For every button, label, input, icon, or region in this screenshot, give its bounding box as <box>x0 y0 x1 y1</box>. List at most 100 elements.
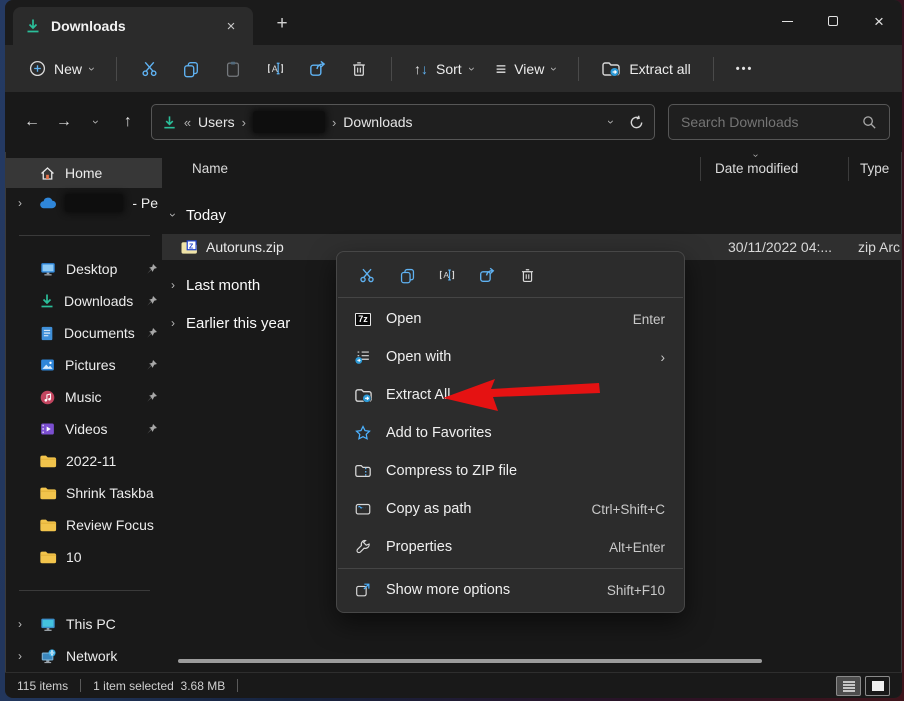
close-icon: × <box>874 13 884 30</box>
file-date-modified: 30/11/2022 04:... <box>728 239 832 255</box>
sidebar-item-folder-review-focus[interactable]: Review Focus <box>5 509 162 541</box>
breadcrumb-user-redacted[interactable] <box>253 111 325 133</box>
sidebar-item-onedrive[interactable]: › - Pe <box>5 188 162 218</box>
refresh-icon[interactable] <box>629 115 644 130</box>
sidebar-item-desktop[interactable]: Desktop <box>5 253 162 285</box>
sidebar-item-documents[interactable]: Documents <box>5 317 162 349</box>
star-icon <box>352 424 374 442</box>
expand-chevron-icon[interactable]: › <box>171 316 175 330</box>
recent-locations-button[interactable]: › <box>81 106 111 138</box>
column-divider[interactable] <box>700 157 701 181</box>
back-button[interactable]: ← <box>17 106 47 138</box>
column-header-name[interactable]: Name <box>192 161 228 176</box>
shortcut-hint: Enter <box>633 312 665 327</box>
sidebar-item-folder-2022-11[interactable]: 2022-11 <box>5 445 162 477</box>
column-header-date-modified[interactable]: Date modified <box>715 161 798 176</box>
svg-text:A: A <box>271 64 277 74</box>
sidebar-item-home[interactable]: Home <box>5 158 162 188</box>
tab-title: Downloads <box>51 18 126 34</box>
forward-button[interactable]: → <box>49 106 79 138</box>
cut-button[interactable] <box>129 53 169 84</box>
minimize-button[interactable] <box>764 0 810 42</box>
extract-all-button[interactable]: Extract all <box>591 53 700 85</box>
details-view-button[interactable] <box>836 676 861 696</box>
sidebar-item-this-pc[interactable]: › This PC <box>5 608 162 640</box>
menu-item-open-with[interactable]: Open with › <box>340 338 681 376</box>
menu-item-copy-as-path[interactable]: Copy as path Ctrl+Shift+C <box>340 490 681 528</box>
sidebar-item-downloads[interactable]: Downloads <box>5 285 162 317</box>
sidebar-item-pictures[interactable]: Pictures <box>5 349 162 381</box>
close-button[interactable]: × <box>856 0 902 42</box>
breadcrumb-separator: › <box>242 115 246 130</box>
address-dropdown-icon[interactable]: › <box>605 120 617 124</box>
collapse-chevron-icon[interactable]: › <box>166 213 180 217</box>
wrench-icon <box>352 538 374 556</box>
pictures-icon <box>39 357 56 373</box>
expand-chevron-icon[interactable]: › <box>18 649 22 663</box>
maximize-icon <box>828 16 838 26</box>
folder-icon <box>39 549 57 565</box>
breadcrumb-overflow[interactable]: « <box>184 115 191 130</box>
delete-button[interactable] <box>339 54 379 84</box>
divider <box>116 57 117 81</box>
onedrive-cloud-icon <box>39 196 56 210</box>
see-more-button[interactable]: ••• <box>726 57 764 81</box>
share-button[interactable] <box>467 259 507 291</box>
expand-chevron-icon[interactable]: › <box>171 278 175 292</box>
menu-item-show-more-options[interactable]: Show more options Shift+F10 <box>340 571 681 609</box>
extract-all-icon <box>601 59 621 79</box>
maximize-button[interactable] <box>810 0 856 42</box>
plus-circle-icon <box>29 60 46 77</box>
expand-chevron-icon[interactable]: › <box>18 196 22 210</box>
sidebar-item-videos[interactable]: Videos <box>5 413 162 445</box>
search-box[interactable] <box>668 104 890 140</box>
rename-button[interactable]: A <box>427 259 467 291</box>
menu-item-compress-to-zip[interactable]: Compress to ZIP file <box>340 452 681 490</box>
sidebar-item-folder-shrink-taskbar[interactable]: Shrink Taskba <box>5 477 162 509</box>
paste-button[interactable] <box>213 54 253 84</box>
delete-button[interactable] <box>507 259 547 291</box>
horizontal-scrollbar[interactable] <box>178 659 762 663</box>
copy-button[interactable] <box>171 54 211 84</box>
thumbnail-view-button[interactable] <box>865 676 890 696</box>
menu-item-properties[interactable]: Properties Alt+Enter <box>340 528 681 566</box>
new-tab-button[interactable]: + <box>269 11 295 37</box>
cut-button[interactable] <box>347 259 387 291</box>
new-button[interactable]: New › <box>19 54 104 83</box>
menu-item-open[interactable]: 7z Open Enter <box>340 300 681 338</box>
column-headers: Name › Date modified Type <box>162 152 902 188</box>
copy-icon <box>182 60 200 78</box>
titlebar: Downloads × + × <box>5 0 902 45</box>
breadcrumb-users[interactable]: Users <box>198 114 235 130</box>
sort-button[interactable]: ↑↓ Sort › <box>404 55 484 83</box>
rename-button[interactable]: A <box>255 53 295 84</box>
sort-direction-icon: › <box>750 154 761 157</box>
share-icon <box>478 266 496 284</box>
sidebar-item-network[interactable]: › Network <box>5 640 162 672</box>
view-button[interactable]: ≡ View › <box>486 54 567 84</box>
group-header-today[interactable]: › Today <box>162 198 902 232</box>
navigation-bar: ← → › ↑ « Users › › Downloads › <box>5 92 902 152</box>
downloads-icon <box>25 18 41 34</box>
ellipsis-icon: ••• <box>736 63 754 75</box>
column-header-type[interactable]: Type <box>860 161 889 176</box>
tab-close-icon[interactable]: × <box>221 16 241 36</box>
column-divider[interactable] <box>848 157 849 181</box>
sidebar-item-folder-10[interactable]: 10 <box>5 541 162 573</box>
desktop-icon <box>39 260 57 278</box>
tab-downloads[interactable]: Downloads × <box>13 7 253 45</box>
up-button[interactable]: ↑ <box>113 106 143 138</box>
address-bar[interactable]: « Users › › Downloads › <box>151 104 655 140</box>
sidebar-item-music[interactable]: Music <box>5 381 162 413</box>
share-button[interactable] <box>297 53 337 84</box>
downloads-icon <box>162 115 177 130</box>
copy-button[interactable] <box>387 259 427 291</box>
menu-item-add-to-favorites[interactable]: Add to Favorites <box>340 414 681 452</box>
search-icon <box>862 115 877 130</box>
shortcut-hint: Ctrl+Shift+C <box>591 502 665 517</box>
search-input[interactable] <box>681 114 862 130</box>
expand-chevron-icon[interactable]: › <box>18 617 22 631</box>
copy-as-path-icon <box>352 500 374 518</box>
breadcrumb-downloads[interactable]: Downloads <box>343 114 412 130</box>
divider <box>237 679 238 692</box>
